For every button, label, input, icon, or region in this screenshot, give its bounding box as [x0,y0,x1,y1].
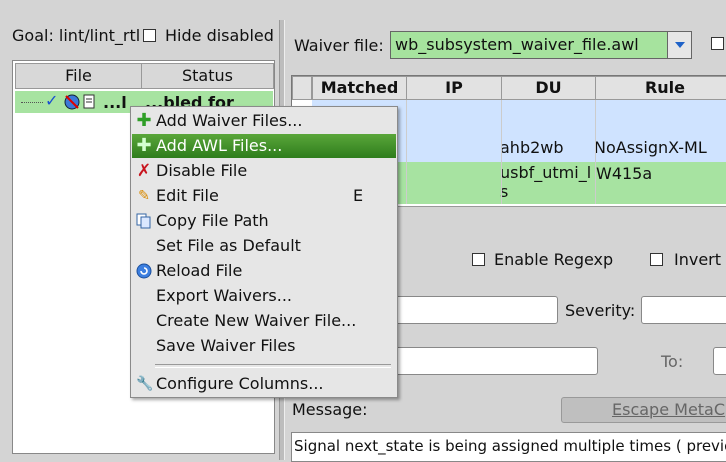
menu-item-label: Add Waiver Files... [156,111,303,130]
menu-item-configure-columns[interactable]: 🔧 Configure Columns... [132,372,396,396]
add-plus-icon: ✚ [136,135,152,156]
hide-disabled-checkbox[interactable] [143,29,156,42]
menu-item-label: Edit File [156,186,219,205]
disable-x-icon: ✗ [136,161,152,181]
to-field[interactable] [713,347,726,375]
menu-item-export-waivers[interactable]: Export Waivers... [132,284,396,308]
to-label: To: [661,352,684,371]
tree-connector [21,102,43,103]
menu-item-edit-file[interactable]: ✎ Edit File E [132,184,396,208]
rule-column-header[interactable]: Rule [595,76,726,100]
context-menu: ✚ Add Waiver Files... ✚ Add AWL Files...… [130,106,398,398]
menu-item-label: Export Waivers... [156,286,292,305]
severity-label: Severity: [565,301,636,320]
message-label: Message: [292,400,368,419]
du-cell: usbf_utmi_l s [500,163,592,201]
menu-item-label: Create New Waiver File... [156,311,357,330]
menu-item-label: Reload File [156,261,243,280]
menu-item-disable-file[interactable]: ✗ Disable File [132,159,396,183]
escape-metachars-button[interactable]: Escape MetaC [561,397,726,423]
menu-item-label: Add AWL Files... [156,136,283,155]
goal-label: Goal: lint/lint_rtl [12,26,141,45]
status-column-header[interactable]: Status [141,63,274,89]
rule-cell: W415a [596,164,653,183]
menu-item-label: Copy File Path [156,211,269,230]
severity-field[interactable] [641,296,726,324]
invert-label: Invert [674,250,722,269]
menu-item-reload-file[interactable]: Reload File [132,259,396,283]
rule-cell: NoAssignX-ML [594,138,707,157]
tree-row-file: ...l [103,93,127,112]
menu-item-shortcut: E [353,186,364,205]
edit-pencil-icon: ✎ [138,188,150,204]
menu-item-add-waiver-files[interactable]: ✚ Add Waiver Files... [132,109,396,133]
menu-item-create-new-waiver-file[interactable]: Create New Waiver File... [132,309,396,333]
chevron-down-icon[interactable] [667,32,691,58]
ip-column-header[interactable]: IP [406,76,502,100]
du-column-header[interactable]: DU [501,76,596,100]
column-divider [595,100,596,204]
enable-regexp-label: Enable Regexp [494,250,614,269]
reload-icon [136,263,152,279]
waiver-file-label: Waiver file: [294,36,384,55]
hide-disabled-label: Hide disabled [165,26,274,45]
check-icon: ✓ [45,91,59,110]
du-cell: ahb2wb [500,138,564,157]
message-text[interactable]: Signal next_state is being assigned mult… [291,432,726,462]
menu-item-save-waiver-files[interactable]: Save Waiver Files [132,334,396,358]
column-divider [501,100,502,204]
enable-regexp-checkbox[interactable] [472,253,485,266]
wrench-icon: 🔧 [136,376,154,392]
menu-item-label: Configure Columns... [156,374,324,393]
invert-checkbox[interactable] [650,253,663,266]
copy-icon [136,213,151,229]
menu-item-copy-file-path[interactable]: Copy File Path [132,209,396,233]
row-header-corner [292,76,312,100]
menu-item-label: Disable File [156,161,248,180]
menu-item-add-awl-files[interactable]: ✚ Add AWL Files... [132,134,396,158]
menu-separator [155,364,391,368]
menu-item-set-file-as-default[interactable]: Set File as Default [132,234,396,258]
matched-column-header[interactable]: Matched [312,76,407,100]
menu-item-label: Set File as Default [156,236,301,255]
waiver-file-combo[interactable]: wb_subsystem_waiver_file.awl [390,31,692,59]
add-plus-icon: ✚ [136,110,152,131]
waiver-file-value: wb_subsystem_waiver_file.awl [395,35,639,54]
waiver-option-checkbox[interactable] [711,37,724,50]
globe-disabled-icon [64,94,80,110]
file-column-header[interactable]: File [15,63,142,89]
column-divider [406,100,407,204]
file-icon [83,94,95,109]
menu-item-label: Save Waiver Files [156,336,296,355]
escape-metachars-label: Escape MetaC [612,400,726,419]
